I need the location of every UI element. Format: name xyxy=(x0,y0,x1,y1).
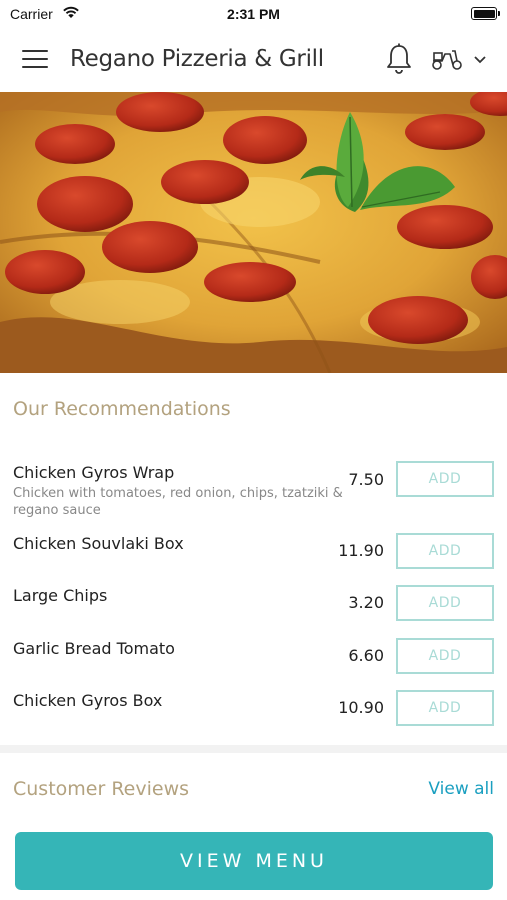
item-price: 6.60 xyxy=(348,646,384,665)
item-name: Chicken Gyros Box xyxy=(13,691,163,710)
recommendations-title: Our Recommendations xyxy=(13,398,231,420)
item-name: Chicken Souvlaki Box xyxy=(13,534,184,553)
clock: 2:31 PM xyxy=(227,6,280,22)
menu-icon[interactable] xyxy=(22,50,48,70)
bell-icon[interactable] xyxy=(384,42,414,76)
scooter-icon[interactable] xyxy=(430,46,464,72)
item-description: Chicken with tomatoes, red onion, chips,… xyxy=(13,486,343,518)
battery-icon xyxy=(471,7,500,20)
item-name: Chicken Gyros Wrap xyxy=(13,463,175,482)
add-button[interactable]: ADD xyxy=(396,533,494,569)
item-price: 3.20 xyxy=(348,593,384,612)
page-title: Regano Pizzeria & Grill xyxy=(70,46,324,72)
section-divider xyxy=(0,745,507,753)
item-price: 7.50 xyxy=(348,470,384,489)
view-all-link[interactable]: View all xyxy=(428,779,494,799)
add-button[interactable]: ADD xyxy=(396,690,494,726)
item-price: 11.90 xyxy=(338,541,384,560)
chevron-down-icon[interactable] xyxy=(472,52,488,66)
add-button[interactable]: ADD xyxy=(396,585,494,621)
item-price: 10.90 xyxy=(338,698,384,717)
app-header: Regano Pizzeria & Grill xyxy=(0,28,507,92)
view-menu-button[interactable]: VIEW MENU xyxy=(15,832,493,890)
add-button[interactable]: ADD xyxy=(396,638,494,674)
hero-image xyxy=(0,92,507,373)
item-name: Garlic Bread Tomato xyxy=(13,639,175,658)
status-bar: Carrier 2:31 PM xyxy=(0,0,507,28)
add-button[interactable]: ADD xyxy=(396,461,494,497)
reviews-title: Customer Reviews xyxy=(13,778,190,800)
item-name: Large Chips xyxy=(13,586,108,605)
